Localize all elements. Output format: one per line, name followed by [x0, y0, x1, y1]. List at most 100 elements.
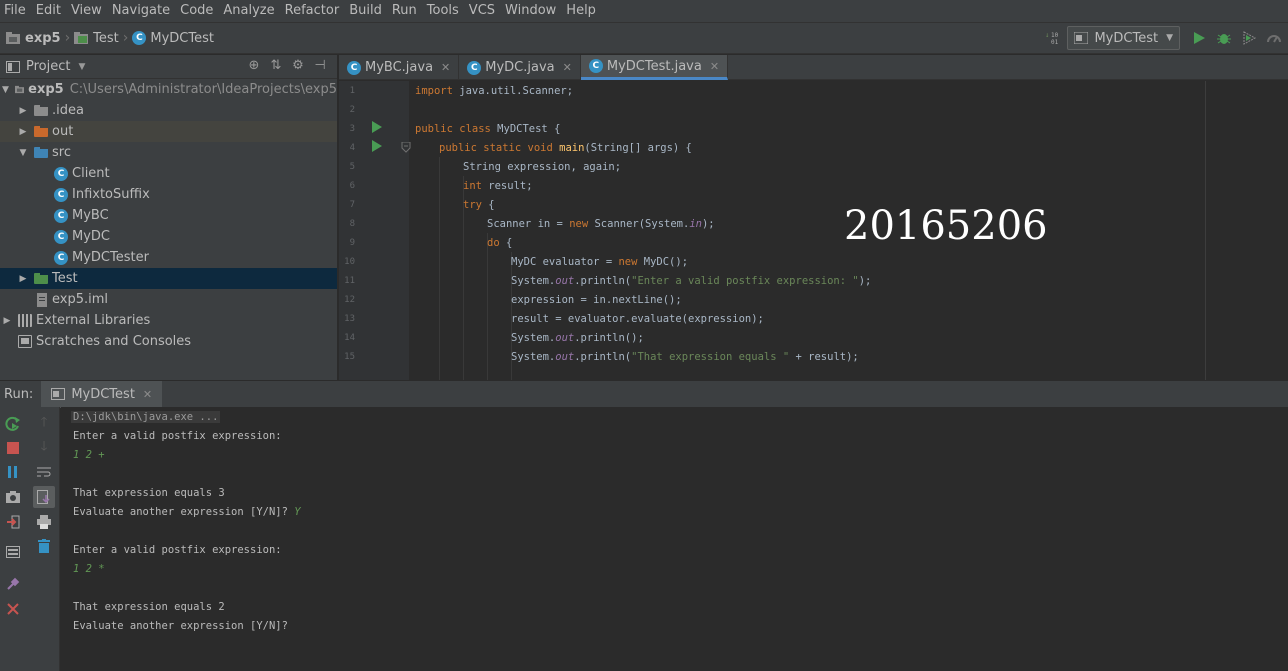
menu-code[interactable]: Code — [175, 0, 218, 22]
run-tab-mydctest[interactable]: MyDCTest ✕ — [41, 380, 163, 408]
close-icon[interactable] — [2, 598, 24, 620]
breadcrumb-separator: › — [64, 30, 71, 46]
line-number: 13 — [344, 314, 355, 324]
menu-build[interactable]: Build — [344, 0, 387, 22]
menu-vcs[interactable]: VCS — [464, 0, 500, 22]
line-number: 8 — [349, 219, 355, 229]
console-line: Evaluate another expression [Y/N]? Y — [73, 506, 301, 518]
breadcrumb-project[interactable]: exp5 — [0, 31, 61, 46]
collapse-all-icon[interactable]: ⇅ — [265, 58, 287, 73]
tree-item-scratches[interactable]: Scratches and Consoles — [0, 331, 337, 352]
menu-navigate[interactable]: Navigate — [107, 0, 175, 22]
expand-arrow-icon[interactable]: ▼ — [2, 85, 9, 95]
tree-item-test[interactable]: ▶ Test — [0, 268, 337, 289]
stop-icon[interactable] — [2, 437, 24, 459]
code-editor[interactable]: import java.util.Scanner; public class M… — [409, 81, 1288, 380]
pause-icon[interactable] — [2, 461, 24, 483]
menu-help[interactable]: Help — [561, 0, 601, 22]
arrow-up-icon[interactable]: 🡑 — [33, 413, 55, 435]
tree-item-mybc[interactable]: C MyBC — [0, 205, 337, 226]
print-icon[interactable] — [33, 511, 55, 533]
layout-icon[interactable] — [2, 541, 24, 563]
profile-icon[interactable] — [1263, 27, 1285, 49]
line-number: 9 — [349, 238, 355, 248]
expand-arrow-icon[interactable]: ▶ — [18, 274, 28, 284]
arrow-down-icon[interactable]: 🡓 — [33, 437, 55, 459]
menu-tools[interactable]: Tools — [422, 0, 464, 22]
menu-run[interactable]: Run — [387, 0, 422, 22]
expand-arrow-icon[interactable]: ▶ — [18, 127, 28, 137]
soft-wrap-icon[interactable] — [33, 461, 55, 483]
run-gutter-icon[interactable] — [372, 140, 382, 152]
tree-item-mydctester[interactable]: C MyDCTester — [0, 247, 337, 268]
menu-refactor[interactable]: Refactor — [280, 0, 345, 22]
scroll-to-end-icon[interactable] — [33, 486, 55, 508]
close-icon[interactable]: ✕ — [441, 61, 450, 74]
tree-item-label: InfixtoSuffix — [72, 187, 150, 202]
menu-file[interactable]: File — [0, 0, 31, 22]
run-toolbar-secondary: 🡑 🡓 — [30, 407, 60, 671]
menu-analyze[interactable]: Analyze — [218, 0, 279, 22]
project-folder-icon — [14, 85, 25, 94]
tree-item-out[interactable]: ▶ out — [0, 121, 337, 142]
tree-item-infixtosuffix[interactable]: C InfixtoSuffix — [0, 184, 337, 205]
code-line: public class MyDCTest { — [415, 123, 561, 135]
expand-arrow-icon[interactable]: ▶ — [18, 106, 28, 116]
svg-text:10: 10 — [1051, 32, 1059, 39]
code-line: System.out.println("That expression equa… — [511, 351, 859, 363]
tree-item-label: External Libraries — [36, 313, 151, 328]
breadcrumb-test[interactable]: Test — [74, 31, 119, 46]
pin-icon[interactable] — [2, 573, 24, 595]
project-panel-title[interactable]: Project — [26, 59, 70, 74]
build-icon[interactable]: ↓ 10 01 — [1042, 27, 1064, 49]
run-icon[interactable] — [1188, 27, 1210, 49]
breadcrumb-class[interactable]: C MyDCTest — [132, 31, 214, 46]
tree-item-idea[interactable]: ▶ .idea — [0, 100, 337, 121]
line-number: 2 — [349, 105, 355, 115]
tree-item-mydc[interactable]: C MyDC — [0, 226, 337, 247]
tree-item-client[interactable]: C Client — [0, 163, 337, 184]
tree-item-iml[interactable]: exp5.iml — [0, 289, 337, 310]
hide-panel-icon[interactable]: ⊣ — [309, 58, 331, 73]
tab-mybc[interactable]: C MyBC.java ✕ — [339, 55, 460, 80]
tree-item-external-libraries[interactable]: ▶ External Libraries — [0, 310, 337, 331]
run-configuration-select[interactable]: MyDCTest ▼ — [1067, 26, 1180, 50]
console-line: Evaluate another expression [Y/N]? — [73, 620, 288, 632]
tree-item-root[interactable]: ▼ exp5 C:\Users\Administrator\IdeaProjec… — [0, 79, 337, 100]
run-console-output[interactable]: D:\jdk\bin\java.exe ... Enter a valid po… — [61, 407, 1288, 671]
debug-icon[interactable] — [1213, 27, 1235, 49]
class-icon: C — [54, 229, 68, 244]
tab-label: MyDCTest.java — [606, 58, 702, 74]
locate-icon[interactable]: ⊕ — [243, 58, 265, 73]
menu-bar: File Edit View Navigate Code Analyze Ref… — [0, 0, 1288, 22]
camera-icon[interactable] — [2, 486, 24, 508]
right-margin-guide — [1205, 81, 1206, 380]
tree-item-label: Test — [52, 271, 78, 286]
close-icon[interactable]: ✕ — [563, 61, 572, 74]
close-icon[interactable]: ✕ — [710, 60, 719, 73]
tree-item-src[interactable]: ▼ src — [0, 142, 337, 163]
tree-item-label: out — [52, 124, 74, 139]
menu-edit[interactable]: Edit — [31, 0, 66, 22]
rerun-icon[interactable] — [2, 413, 24, 435]
tab-mydc[interactable]: C MyDC.java ✕ — [459, 55, 581, 80]
close-icon[interactable]: ✕ — [143, 388, 152, 401]
editor-gutter[interactable]: 1 2 3 4 5 6 7 8 9 10 11 12 13 14 15 — [339, 81, 411, 380]
tab-mydctest[interactable]: C MyDCTest.java ✕ — [580, 55, 729, 80]
breadcrumb-class-label: MyDCTest — [150, 30, 214, 46]
chevron-down-icon[interactable]: ▼ — [78, 62, 85, 72]
source-folder-icon — [34, 147, 48, 158]
run-gutter-icon[interactable] — [372, 121, 382, 133]
trash-icon[interactable] — [33, 535, 55, 557]
code-line: import java.util.Scanner; — [415, 85, 574, 97]
navigation-bar: exp5 › Test › C MyDCTest ↓ 10 01 MyDCTest … — [0, 22, 1288, 54]
menu-window[interactable]: Window — [500, 0, 561, 22]
expand-arrow-icon[interactable]: ▼ — [18, 148, 28, 158]
line-number: 14 — [344, 333, 355, 343]
coverage-icon[interactable] — [1238, 27, 1260, 49]
expand-arrow-icon[interactable]: ▶ — [2, 316, 12, 326]
gear-icon[interactable]: ⚙ — [287, 58, 309, 73]
run-config-icon — [51, 388, 66, 400]
exit-icon[interactable] — [2, 511, 24, 533]
menu-view[interactable]: View — [66, 0, 107, 22]
